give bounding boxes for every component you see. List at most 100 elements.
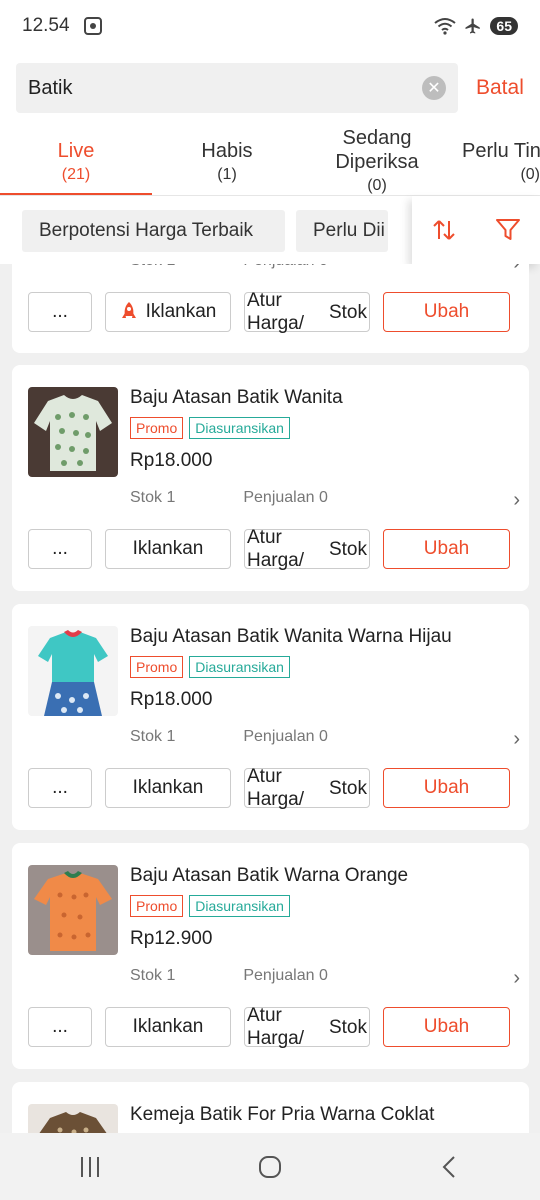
cancel-button[interactable]: Batal bbox=[476, 76, 524, 100]
price-stock-label-1: Atur Harga/ bbox=[247, 1005, 305, 1049]
product-card: Stok 1 Penjualan 0 › ... Iklankan Atur H… bbox=[12, 264, 529, 353]
product-stats: Stok 1 Penjualan 0 › bbox=[130, 967, 520, 990]
battery-indicator: 65 bbox=[490, 17, 518, 35]
sort-icon[interactable] bbox=[431, 217, 457, 243]
product-name[interactable]: Baju Atasan Batik Warna Orange bbox=[130, 865, 408, 887]
airplane-icon bbox=[465, 18, 481, 34]
chevron-right-icon[interactable]: › bbox=[513, 967, 520, 990]
clear-icon[interactable]: ✕ bbox=[422, 76, 446, 100]
price-stock-label-1: Atur Harga/ bbox=[247, 527, 305, 571]
product-image[interactable] bbox=[28, 1104, 118, 1133]
ads-button[interactable]: Iklankan bbox=[105, 1007, 231, 1047]
chevron-right-icon[interactable]: › bbox=[513, 489, 520, 512]
ads-button[interactable]: Iklankan bbox=[105, 768, 231, 808]
tab-live[interactable]: Live (21) bbox=[0, 124, 152, 195]
ads-label: Iklankan bbox=[145, 301, 217, 322]
product-stock: Stok 1 bbox=[130, 489, 176, 506]
price-stock-button[interactable]: Atur Harga/ Stok bbox=[244, 290, 370, 334]
product-card: Baju Atasan Batik Warna Orange Promo Dia… bbox=[12, 843, 529, 1069]
more-button[interactable]: ... bbox=[28, 292, 92, 332]
price-stock-label-2: Stok bbox=[328, 301, 367, 323]
promo-badge: Promo bbox=[130, 656, 184, 678]
status-time: 12.54 bbox=[22, 15, 70, 36]
insured-badge: Diasuransikan bbox=[189, 656, 290, 678]
status-tabs: Live (21) Habis (1) Sedang Diperiksa (0)… bbox=[0, 124, 540, 196]
product-sales: Penjualan 0 bbox=[243, 489, 328, 506]
price-stock-button[interactable]: Atur Harga/ Stok bbox=[244, 766, 370, 810]
edit-button[interactable]: Ubah bbox=[383, 768, 510, 808]
screenshot-icon bbox=[83, 17, 102, 35]
product-actions: ... Iklankan Atur Harga/ Stok Ubah bbox=[28, 1005, 510, 1049]
tab-count: (1) bbox=[217, 166, 237, 183]
blouse-image bbox=[28, 626, 118, 716]
more-button[interactable]: ... bbox=[28, 529, 92, 569]
edit-button[interactable]: Ubah bbox=[383, 1007, 510, 1047]
chevron-right-icon[interactable]: › bbox=[513, 264, 520, 275]
product-image[interactable] bbox=[28, 626, 118, 716]
search-bar: ✕ Batal bbox=[0, 52, 540, 124]
price-stock-label-2: Stok bbox=[328, 1016, 367, 1038]
more-button[interactable]: ... bbox=[28, 1007, 92, 1047]
product-name[interactable]: Kemeja Batik For Pria Warna Coklat bbox=[130, 1104, 434, 1126]
product-stats: Stok 1 Penjualan 0 › bbox=[130, 728, 520, 751]
rocket-icon bbox=[121, 302, 136, 318]
product-stock: Stok 1 bbox=[130, 967, 176, 984]
shirt-image bbox=[28, 1104, 118, 1133]
tab-count: (0) bbox=[367, 177, 387, 194]
product-image[interactable] bbox=[28, 387, 118, 477]
recent-apps-icon[interactable] bbox=[78, 1155, 102, 1179]
product-name[interactable]: Baju Atasan Batik Wanita Warna Hijau bbox=[130, 626, 452, 648]
product-card: Baju Atasan Batik Wanita Warna Hijau Pro… bbox=[12, 604, 529, 830]
price-stock-button[interactable]: Atur Harga/ Stok bbox=[244, 527, 370, 571]
edit-button[interactable]: Ubah bbox=[383, 292, 510, 332]
tab-perlu-tindakan[interactable]: Perlu Tin (0) bbox=[452, 124, 540, 195]
price-stock-label-1: Atur Harga/ bbox=[247, 290, 305, 334]
search-input[interactable] bbox=[28, 76, 422, 100]
price-stock-button[interactable]: Atur Harga/ Stok bbox=[244, 1005, 370, 1049]
status-bar: 12.54 65 bbox=[0, 0, 540, 52]
tab-label: Sedang bbox=[342, 127, 412, 149]
ads-button[interactable]: Iklankan bbox=[105, 292, 231, 332]
product-price: Rp18.000 bbox=[130, 689, 213, 710]
tab-sedang-diperiksa[interactable]: Sedang Diperiksa (0) bbox=[302, 124, 452, 195]
blouse-image bbox=[28, 387, 118, 477]
product-stats: Stok 1 Penjualan 0 › bbox=[130, 489, 520, 512]
more-button[interactable]: ... bbox=[28, 768, 92, 808]
tab-label: Diperiksa bbox=[335, 151, 419, 173]
home-icon[interactable] bbox=[257, 1154, 283, 1180]
insured-badge: Diasuransikan bbox=[189, 895, 290, 917]
status-icons: 65 bbox=[434, 17, 518, 35]
product-stock: Stok 1 bbox=[130, 728, 176, 745]
blouse-image bbox=[28, 865, 118, 955]
chip-needs-attention[interactable]: Perlu Dii bbox=[296, 210, 388, 252]
price-stock-label-1: Atur Harga/ bbox=[247, 766, 305, 810]
product-card: Kemeja Batik For Pria Warna Coklat bbox=[12, 1082, 529, 1133]
ads-button[interactable]: Iklankan bbox=[105, 529, 231, 569]
chip-best-price[interactable]: Berpotensi Harga Terbaik bbox=[22, 210, 285, 252]
product-card: Baju Atasan Batik Wanita Promo Diasurans… bbox=[12, 365, 529, 591]
back-icon[interactable] bbox=[438, 1155, 462, 1179]
product-badges: Promo Diasuransikan bbox=[130, 895, 290, 917]
filter-bar: Berpotensi Harga Terbaik Perlu Dii bbox=[0, 196, 540, 264]
tab-habis[interactable]: Habis (1) bbox=[152, 124, 302, 195]
product-badges: Promo Diasuransikan bbox=[130, 417, 290, 439]
wifi-icon bbox=[434, 18, 457, 35]
chevron-right-icon[interactable]: › bbox=[513, 728, 520, 751]
product-sales: Penjualan 0 bbox=[243, 728, 328, 745]
product-actions: ... Iklankan Atur Harga/ Stok Ubah bbox=[28, 290, 510, 334]
product-sales: Penjualan 0 bbox=[243, 967, 328, 984]
filter-tools bbox=[412, 196, 540, 264]
price-stock-label-2: Stok bbox=[328, 538, 367, 560]
product-image[interactable] bbox=[28, 865, 118, 955]
tab-label: Perlu Tin bbox=[462, 140, 540, 162]
tab-label: Habis bbox=[201, 140, 253, 162]
product-stock: Stok 1 bbox=[130, 264, 175, 275]
tab-count: (0) bbox=[520, 166, 540, 183]
price-stock-label-2: Stok bbox=[328, 777, 367, 799]
filter-icon[interactable] bbox=[495, 217, 521, 243]
product-list: Stok 1 Penjualan 0 › ... Iklankan Atur H… bbox=[0, 264, 540, 1133]
product-actions: ... Iklankan Atur Harga/ Stok Ubah bbox=[28, 527, 510, 571]
product-badges: Promo Diasuransikan bbox=[130, 656, 290, 678]
product-name[interactable]: Baju Atasan Batik Wanita bbox=[130, 387, 343, 409]
edit-button[interactable]: Ubah bbox=[383, 529, 510, 569]
